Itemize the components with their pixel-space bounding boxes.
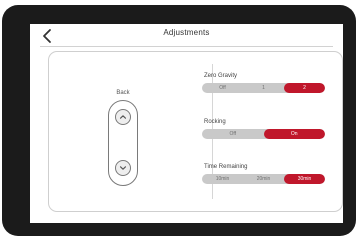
back-control (108, 100, 138, 186)
zero-gravity-option-1[interactable]: 1 (243, 83, 284, 93)
rocking-option-off[interactable]: Off (202, 129, 264, 139)
page-title: Adjustments (163, 28, 210, 37)
time-remaining-label: Time Remaining (204, 164, 248, 170)
back-down-button[interactable] (115, 160, 131, 176)
rocking-label: Rocking (204, 119, 226, 125)
zero-gravity-selector: Off 1 2 (202, 83, 325, 93)
time-remaining-option-20min[interactable]: 20min (243, 174, 284, 184)
back-label: Back (116, 90, 130, 96)
zero-gravity-label: Zero Gravity (204, 73, 238, 79)
screen: Adjustments Back Zero Gravity Off 1 2 Rock… (30, 24, 343, 223)
zero-gravity-option-2[interactable]: 2 (284, 83, 325, 93)
rocking-option-on[interactable]: On (263, 129, 325, 139)
time-remaining-option-10min[interactable]: 10min (202, 174, 243, 184)
back-up-button[interactable] (115, 109, 131, 125)
rocking-selector: Off On (202, 129, 325, 139)
zero-gravity-option-off[interactable]: Off (202, 83, 243, 93)
time-remaining-option-30min[interactable]: 30min (284, 174, 325, 184)
chevron-down-icon (119, 166, 127, 170)
time-remaining-selector: 10min 20min 30min (202, 174, 325, 184)
chevron-up-icon (119, 115, 127, 119)
tablet-frame: Adjustments Back Zero Gravity Off 1 2 Rock… (2, 5, 356, 236)
header-divider (40, 46, 333, 47)
